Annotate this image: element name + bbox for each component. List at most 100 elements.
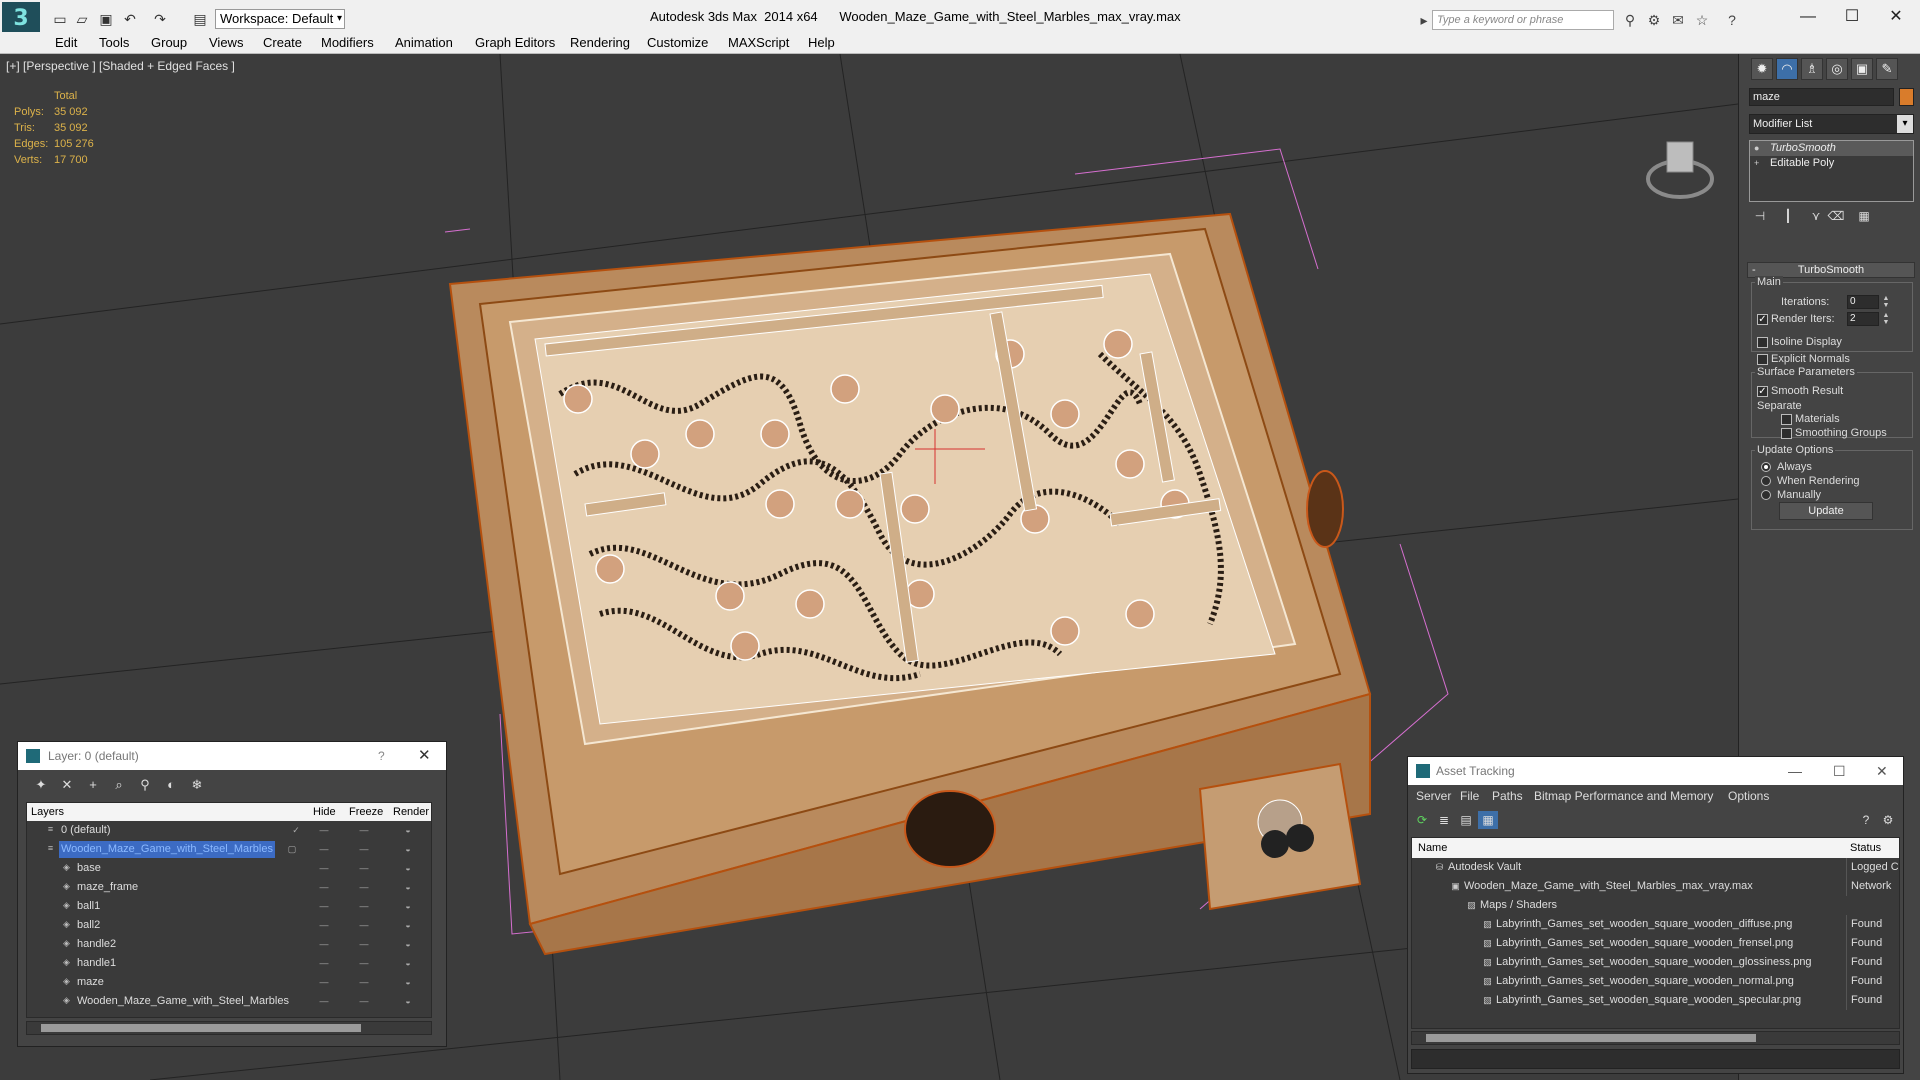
expand-plus-icon[interactable]: + [1754, 156, 1759, 171]
create-layer-icon[interactable]: ✦ [30, 774, 52, 796]
menu-help[interactable]: Help [808, 35, 835, 50]
smoothing-groups-checkbox[interactable] [1781, 428, 1792, 439]
menu-tools[interactable]: Tools [99, 35, 129, 50]
save-icon[interactable]: ▣ [96, 10, 116, 28]
layer-row[interactable]: ◈ handle1 — — ◒ [27, 954, 431, 973]
horizontal-scrollbar[interactable] [26, 1021, 432, 1035]
subscription-icon[interactable]: ⚙ [1644, 10, 1664, 30]
menu-customize[interactable]: Customize [647, 35, 708, 50]
close-button[interactable]: ✕ [1874, 4, 1918, 30]
app-logo-button[interactable]: 3 [2, 2, 40, 36]
create-tab-icon[interactable]: ✹ [1751, 58, 1773, 80]
new-file-icon[interactable]: ▭ [50, 10, 70, 28]
remove-modifier-icon[interactable]: ⌫ [1825, 206, 1847, 226]
hide-toggle-icon[interactable]: — [317, 992, 331, 1011]
table-view-icon[interactable]: ▦ [1478, 811, 1498, 829]
modifier-list-dropdown[interactable]: Modifier List ▾ [1749, 114, 1914, 134]
render-toggle-icon[interactable]: ◒ [401, 973, 415, 992]
menu-rendering[interactable]: Rendering [570, 35, 630, 50]
menu-file[interactable]: File [1460, 789, 1479, 803]
render-iters-spinner[interactable]: 2 [1847, 312, 1879, 326]
asset-row[interactable]: ▧ Labyrinth_Games_set_wooden_square_woode… [1412, 991, 1899, 1010]
detail-view-icon[interactable]: ▤ [1456, 811, 1476, 829]
render-toggle-icon[interactable]: ◒ [401, 916, 415, 935]
layer-row[interactable]: ≡ Wooden_Maze_Game_with_Steel_Marbles ▢ — — ◒ [27, 840, 431, 859]
viewport-label[interactable]: [+] [Perspective ] [Shaded + Edged Faces… [6, 59, 235, 73]
configure-sets-icon[interactable]: ▦ [1853, 206, 1875, 226]
motion-tab-icon[interactable]: ◎ [1826, 58, 1848, 80]
freeze-toggle-icon[interactable]: — [357, 992, 371, 1011]
workspace-dropdown[interactable]: Workspace: Default ▾ [215, 9, 345, 29]
freeze-toggle-icon[interactable]: — [357, 821, 371, 840]
hide-toggle-icon[interactable]: — [317, 916, 331, 935]
expand-arrow-icon[interactable]: ▸ [1414, 10, 1434, 30]
binoculars-icon[interactable]: ⚲ [1620, 10, 1640, 30]
settings-icon[interactable]: ⚙ [1878, 811, 1898, 829]
hide-toggle-icon[interactable]: — [317, 821, 331, 840]
highlight-layer-icon[interactable]: ⚲ [134, 774, 156, 796]
menu-modifiers[interactable]: Modifiers [321, 35, 374, 50]
freeze-toggle-icon[interactable]: — [357, 840, 371, 859]
menu-graph-editors[interactable]: Graph Editors [475, 35, 555, 50]
open-file-icon[interactable]: ▱ [72, 10, 92, 28]
display-tab-icon[interactable]: ▣ [1851, 58, 1873, 80]
always-radio[interactable] [1761, 462, 1771, 472]
refresh-icon[interactable]: ⟳ [1412, 811, 1432, 829]
redo-icon[interactable]: ↷ [150, 10, 170, 28]
help-icon[interactable]: ? [1856, 811, 1876, 829]
layer-row[interactable]: ◈ handle2 — — ◒ [27, 935, 431, 954]
menu-views[interactable]: Views [209, 35, 243, 50]
pin-stack-icon[interactable]: ⊣ [1749, 206, 1771, 226]
favorites-star-icon[interactable]: ☆ [1692, 10, 1712, 30]
object-color-swatch[interactable] [1899, 88, 1914, 106]
explicit-normals-checkbox[interactable] [1757, 354, 1768, 365]
list-view-icon[interactable]: ≣ [1434, 811, 1454, 829]
set-current-layer-icon[interactable]: ▢ [285, 840, 299, 859]
spinner-arrows-icon[interactable]: ▲ ▼ [1881, 312, 1891, 326]
menu-animation[interactable]: Animation [395, 35, 453, 50]
asset-window-titlebar[interactable]: Asset Tracking — ☐ ✕ [1408, 757, 1903, 785]
maximize-button[interactable]: ☐ [1830, 4, 1874, 30]
freeze-all-icon[interactable]: ❄ [186, 774, 208, 796]
isoline-display-checkbox[interactable] [1757, 337, 1768, 348]
maximize-button[interactable]: ☐ [1833, 757, 1846, 785]
close-button[interactable]: ✕ [418, 742, 431, 770]
horizontal-scrollbar[interactable] [1411, 1031, 1900, 1045]
layer-row[interactable]: ◈ maze — — ◒ [27, 973, 431, 992]
freeze-toggle-icon[interactable]: — [357, 878, 371, 897]
help-icon[interactable]: ? [1722, 10, 1742, 30]
asset-row[interactable]: ⛁ Autodesk Vault Logged C [1412, 858, 1899, 877]
undo-icon[interactable]: ↶ [120, 10, 140, 28]
active-layer-check-icon[interactable]: ✓ [289, 821, 303, 840]
asset-row[interactable]: ▧ Labyrinth_Games_set_wooden_square_woode… [1412, 934, 1899, 953]
object-name-field[interactable]: maze [1749, 88, 1894, 106]
menu-server[interactable]: Server [1416, 789, 1451, 803]
freeze-toggle-icon[interactable]: — [357, 935, 371, 954]
menu-edit[interactable]: Edit [55, 35, 77, 50]
menu-paths[interactable]: Paths [1492, 789, 1523, 803]
asset-row[interactable]: ▣ Wooden_Maze_Game_with_Steel_Marbles_max… [1412, 877, 1899, 896]
asset-row[interactable]: ▧ Labyrinth_Games_set_wooden_square_woode… [1412, 972, 1899, 991]
utilities-tab-icon[interactable]: ✎ [1876, 58, 1898, 80]
menu-maxscript[interactable]: MAXScript [728, 35, 789, 50]
menu-create[interactable]: Create [263, 35, 302, 50]
column-name[interactable]: Name [1418, 838, 1447, 858]
hide-toggle-icon[interactable]: — [317, 840, 331, 859]
hide-toggle-icon[interactable]: — [317, 935, 331, 954]
hide-toggle-icon[interactable]: — [317, 878, 331, 897]
freeze-toggle-icon[interactable]: — [357, 897, 371, 916]
hide-all-icon[interactable]: ◐ [160, 774, 182, 796]
asset-row[interactable]: ▧ Labyrinth_Games_set_wooden_square_woode… [1412, 953, 1899, 972]
layer-window-titlebar[interactable]: Layer: 0 (default) ? ✕ [18, 742, 446, 770]
update-button[interactable]: Update [1779, 502, 1873, 520]
layer-row[interactable]: ≡ 0 (default) ✓ — — ◒ [27, 821, 431, 840]
column-hide[interactable]: Hide [313, 803, 336, 821]
stack-item-turbosmooth[interactable]: ● TurboSmooth [1750, 141, 1913, 156]
render-toggle-icon[interactable]: ◒ [401, 821, 415, 840]
render-toggle-icon[interactable]: ◒ [401, 992, 415, 1011]
layer-row[interactable]: ◈ ball2 — — ◒ [27, 916, 431, 935]
project-folder-icon[interactable]: ▤ [190, 10, 210, 28]
column-status[interactable]: Status [1850, 838, 1881, 858]
freeze-toggle-icon[interactable]: — [357, 916, 371, 935]
stack-item-editable-poly[interactable]: + Editable Poly [1750, 156, 1913, 171]
